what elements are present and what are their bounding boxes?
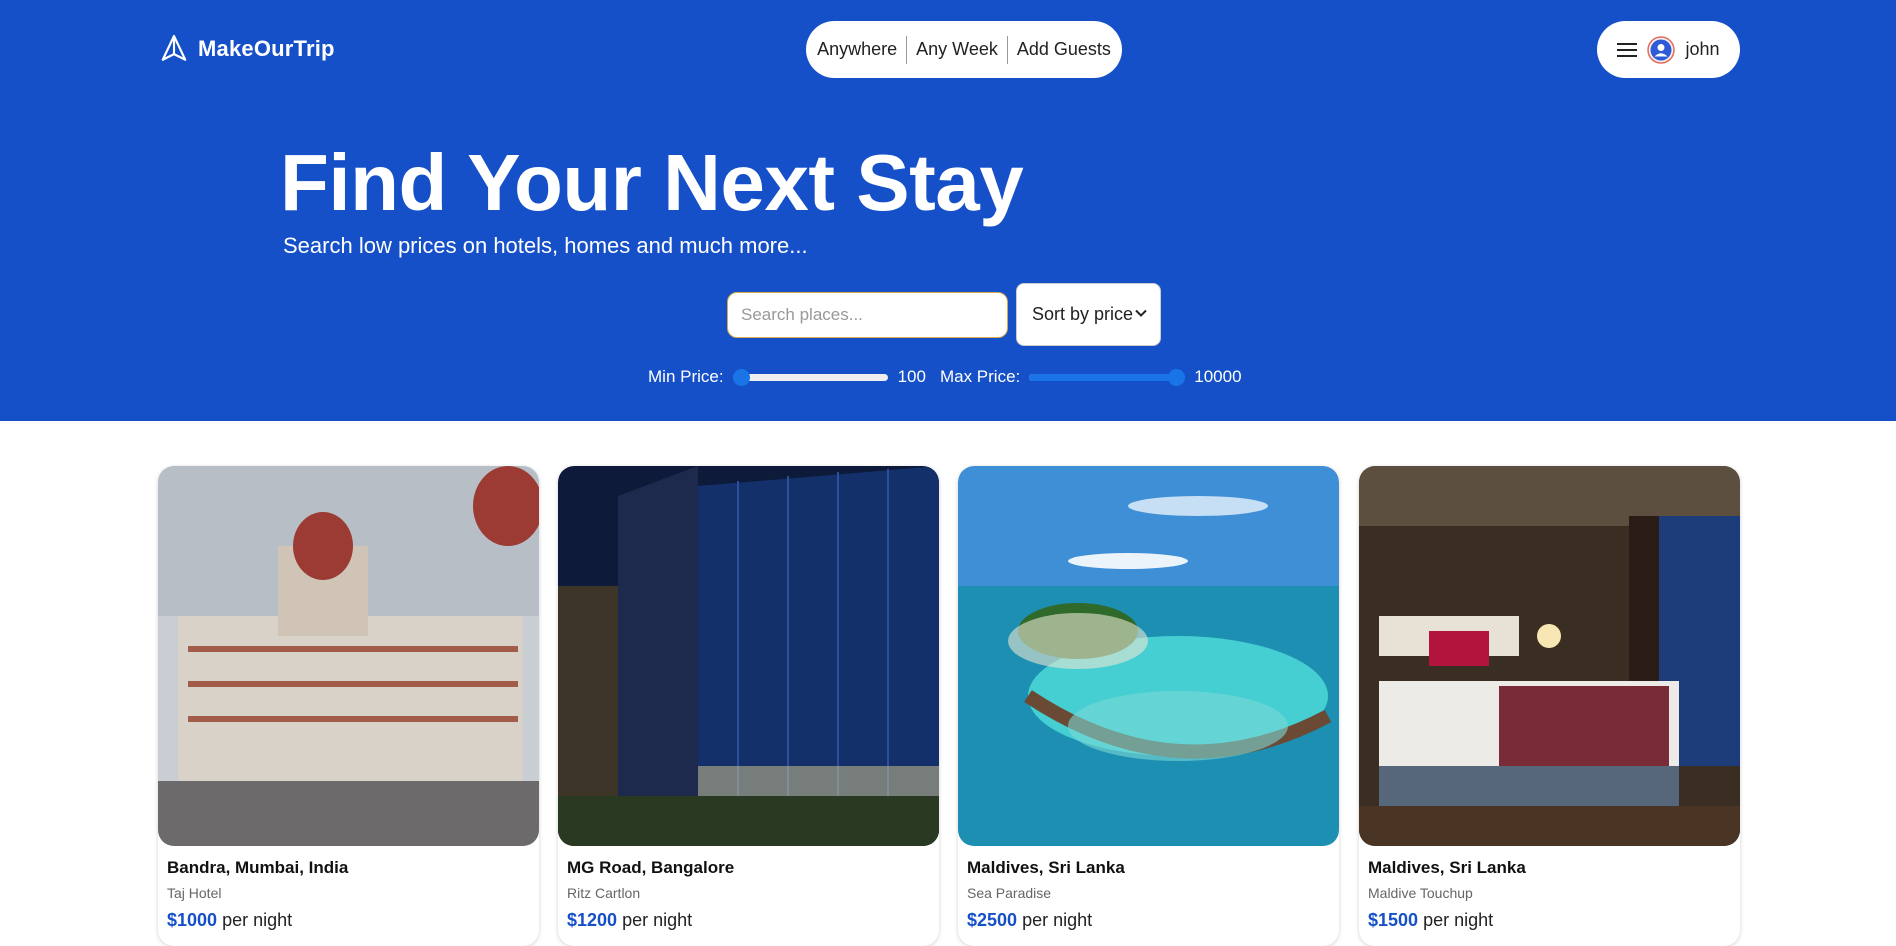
listing-photo[interactable] <box>1359 466 1740 846</box>
min-price-slider[interactable] <box>732 368 888 386</box>
price-amount: $1000 <box>167 910 218 930</box>
price-filter-row: Min Price: 100 Max Price: 10000 <box>648 365 1242 389</box>
listing-card[interactable]: MG Road, Bangalore Ritz Cartlon $1200 pe… <box>558 466 939 946</box>
slider-thumb[interactable] <box>1168 369 1186 386</box>
listing-name: Sea Paradise <box>967 885 1052 901</box>
page-title: Find Your Next Stay <box>280 138 1024 227</box>
listing-name: Maldive Touchup <box>1368 885 1473 901</box>
user-menu-button[interactable]: john <box>1597 21 1740 78</box>
listing-photo[interactable] <box>158 466 539 846</box>
listing-name: Taj Hotel <box>167 885 222 901</box>
price-unit: per night <box>1423 910 1494 930</box>
listing-card[interactable]: Maldives, Sri Lanka Sea Paradise $2500 p… <box>958 466 1339 946</box>
slider-fill <box>1029 374 1177 381</box>
listing-price: $2500 per night <box>967 910 1092 931</box>
any-week-filter[interactable]: Any Week <box>907 39 1007 60</box>
slider-track <box>732 374 888 381</box>
sort-select[interactable]: Sort by price <box>1016 283 1161 346</box>
add-guests-filter[interactable]: Add Guests <box>1008 39 1120 60</box>
search-input[interactable] <box>727 292 1008 338</box>
price-amount: $1500 <box>1368 910 1419 930</box>
header-search-bar[interactable]: Anywhere Any Week Add Guests <box>806 21 1122 78</box>
price-unit: per night <box>222 910 293 930</box>
min-price-value: 100 <box>897 367 926 386</box>
price-amount: $1200 <box>567 910 618 930</box>
sort-select-label: Sort by price <box>1032 304 1134 324</box>
min-price-label: Min Price: <box>648 367 724 386</box>
listing-card[interactable]: Bandra, Mumbai, India Taj Hotel $1000 pe… <box>158 466 539 946</box>
user-circle-icon <box>1647 35 1676 64</box>
listing-location: MG Road, Bangalore <box>567 858 735 877</box>
price-unit: per night <box>622 910 693 930</box>
slider-thumb[interactable] <box>732 369 750 386</box>
brand-name: MakeOurTrip <box>198 35 335 61</box>
listing-price: $1000 per night <box>167 910 292 931</box>
listing-location: Maldives, Sri Lanka <box>967 858 1125 877</box>
listing-price: $1500 per night <box>1368 910 1493 931</box>
listing-price: $1200 per night <box>567 910 692 931</box>
max-price-slider[interactable] <box>1029 368 1186 386</box>
price-amount: $2500 <box>967 910 1018 930</box>
anywhere-filter[interactable]: Anywhere <box>808 39 906 60</box>
chevron-down-icon <box>1135 309 1147 317</box>
listing-location: Maldives, Sri Lanka <box>1368 858 1526 877</box>
username: john <box>1685 39 1720 59</box>
listing-card[interactable]: Maldives, Sri Lanka Maldive Touchup $150… <box>1359 466 1740 946</box>
hero-banner: MakeOurTrip Anywhere Any Week Add Guests… <box>0 0 1896 421</box>
max-price-value: 10000 <box>1194 367 1242 386</box>
max-price-label: Max Price: <box>939 367 1021 386</box>
page-subtitle: Search low prices on hotels, homes and m… <box>283 233 808 258</box>
hamburger-icon <box>1617 42 1638 57</box>
listing-name: Ritz Cartlon <box>567 885 641 901</box>
listing-photo[interactable] <box>558 466 939 846</box>
price-unit: per night <box>1022 910 1093 930</box>
brand-logo[interactable]: MakeOurTrip <box>159 33 335 64</box>
listing-photo[interactable] <box>958 466 1339 846</box>
paper-plane-icon <box>161 34 187 61</box>
listing-location: Bandra, Mumbai, India <box>167 858 349 877</box>
